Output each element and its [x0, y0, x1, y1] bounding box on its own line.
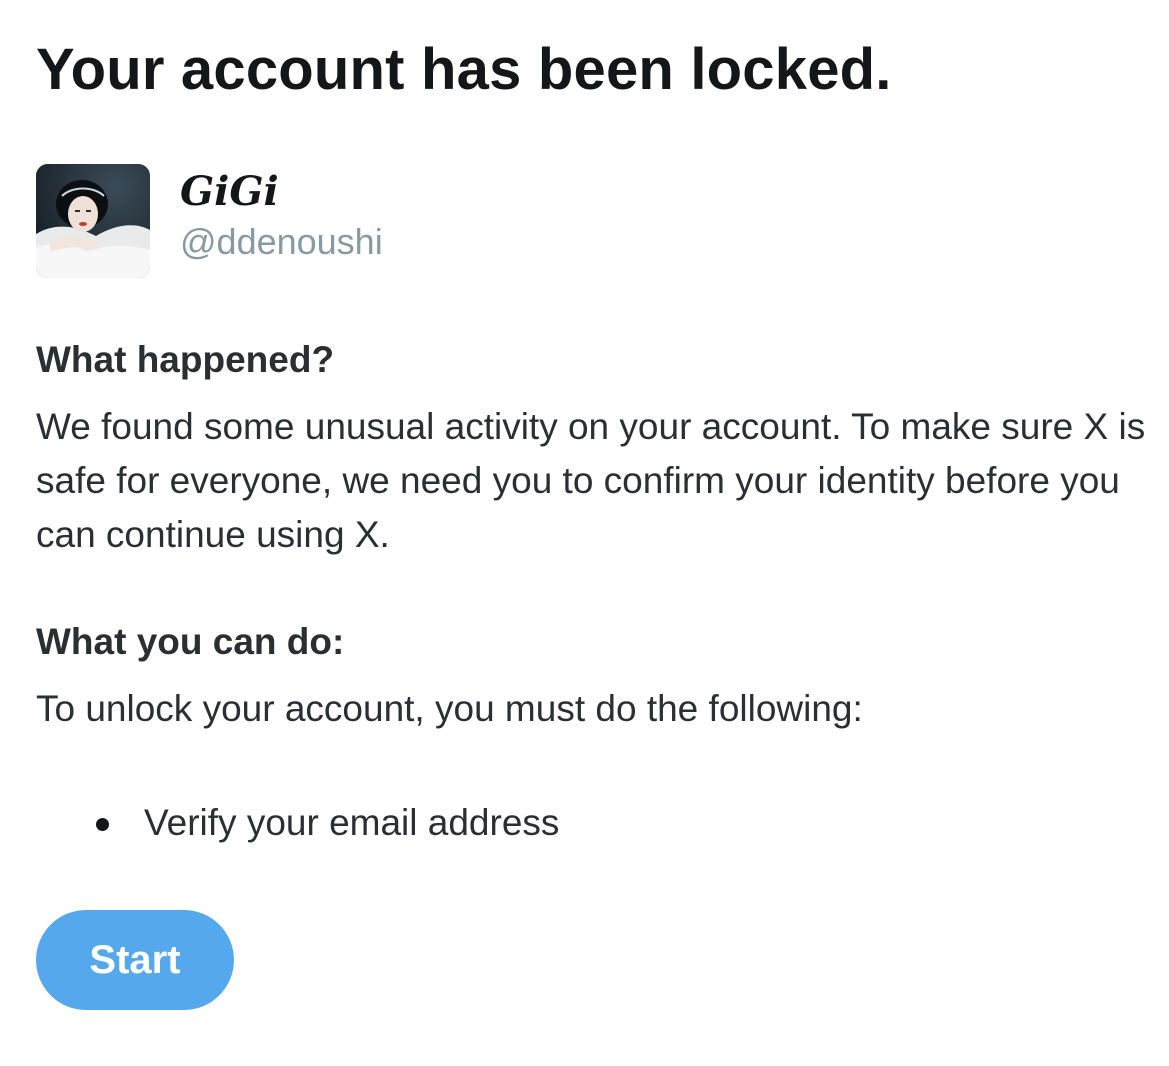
unlock-steps-list: Verify your email address — [96, 796, 559, 850]
account-card: GiGi @ddenoushi — [36, 164, 636, 280]
list-item: Verify your email address — [96, 796, 559, 850]
user-handle: @ddenoushi — [180, 221, 383, 262]
start-button[interactable]: Start — [36, 910, 234, 1010]
bullet-icon — [96, 818, 109, 831]
what-happened-text: We found some unusual activity on your a… — [36, 406, 1146, 555]
what-you-can-do-heading: What you can do: — [36, 621, 345, 662]
what-you-can-do-text: To unlock your account, you must do the … — [36, 688, 863, 729]
page-title: Your account has been locked. — [36, 37, 892, 102]
what-happened-heading: What happened? — [36, 339, 335, 380]
avatar — [36, 164, 150, 278]
step-label: Verify your email address — [144, 802, 560, 843]
user-avatar-photo-icon — [36, 164, 150, 278]
display-name: GiGi — [180, 168, 279, 215]
locked-account-page: Your account has been locked. GiGi @dden… — [0, 0, 1169, 1066]
